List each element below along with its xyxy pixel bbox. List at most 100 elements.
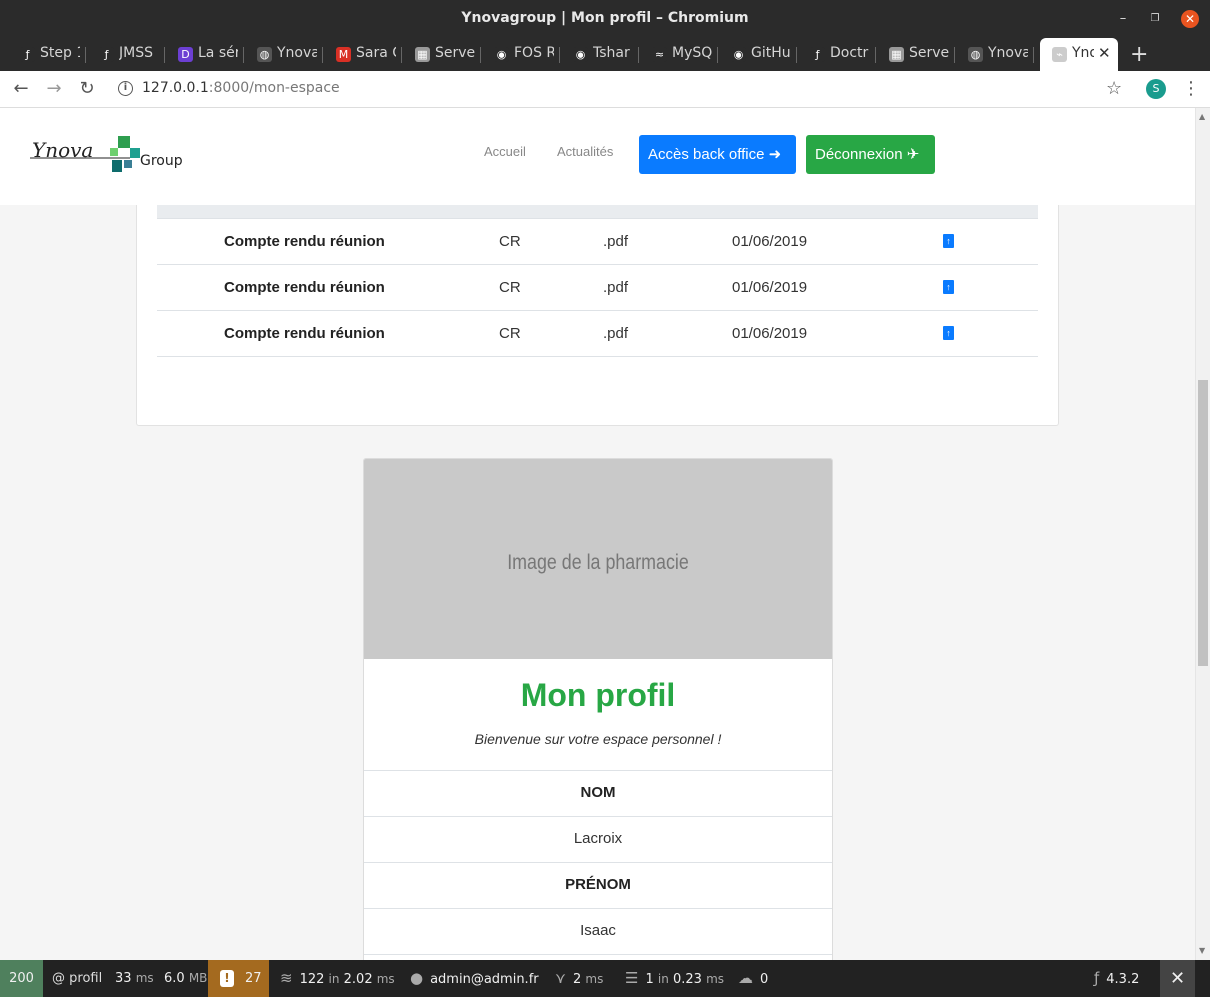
tab-favicon-icon: ⌁ <box>1052 47 1067 62</box>
toolbar-close-icon[interactable]: ✕ <box>1160 960 1195 997</box>
site-header: Ynova Group Accueil Actualités Accès bac… <box>0 108 1195 205</box>
tab-label: Tshar <box>593 45 630 61</box>
window-title: Ynovagroup | Mon profil – Chromium <box>461 10 749 26</box>
memory-unit: MB <box>188 971 208 985</box>
memory-value: 6.0 <box>164 971 185 986</box>
warnings-badge[interactable]: ! 27 <box>208 960 269 997</box>
logout-button[interactable]: Déconnexion ✈ <box>806 135 935 174</box>
status-code-badge[interactable]: 200 <box>0 960 43 997</box>
browser-tab[interactable]: ≈ MySQ <box>640 38 718 71</box>
browser-tab[interactable]: ▦ Serve <box>403 38 481 71</box>
url-path: :8000/mon-espace <box>208 80 340 96</box>
logo-group-text: Group <box>140 153 183 169</box>
browser-tab[interactable]: ƒ Doctr <box>798 38 876 71</box>
nav-link-news[interactable]: Actualités <box>557 144 613 159</box>
documents-table-header <box>157 205 1038 219</box>
browser-tab[interactable]: ◍ Ynova <box>245 38 323 71</box>
database-queries[interactable]: ≋ 122 in 2.02 ms <box>280 960 395 997</box>
tab-favicon-icon: ◍ <box>968 47 983 62</box>
browser-tab[interactable]: ◉ GitHu <box>719 38 797 71</box>
ynova-group-logo[interactable]: Ynova Group <box>30 134 200 178</box>
memory-usage[interactable]: 6.0 MB <box>164 960 207 997</box>
tab-label: Ynova <box>277 45 317 61</box>
nav-link-home[interactable]: Accueil <box>484 144 526 159</box>
browser-toolbar: ← → ↻ i 127.0.0.1:8000/mon-espace ☆ S ⋮ <box>0 71 1210 108</box>
tab-separator <box>164 47 165 63</box>
url-host: 127.0.0.1 <box>142 80 209 96</box>
backoffice-button[interactable]: Accès back office ➜ <box>639 135 796 174</box>
db-in: in <box>328 972 340 986</box>
browser-tab[interactable]: ◉ FOS R <box>482 38 560 71</box>
symfony-version[interactable]: ƒ 4.3.2 <box>1094 960 1139 997</box>
tab-separator <box>1033 47 1034 63</box>
tab-separator <box>243 47 244 63</box>
document-name: Compte rendu réunion <box>224 279 385 296</box>
back-arrow-icon[interactable]: ← <box>10 78 32 100</box>
route-name[interactable]: @ profil <box>52 960 102 997</box>
ajax-count: 0 <box>760 972 769 987</box>
tab-label: Yno <box>1072 45 1094 61</box>
table-row: Compte rendu réunion CR .pdf 01/06/2019 ↑ <box>157 265 1038 311</box>
server-calls[interactable]: ☰ 1 in 0.23 ms <box>625 960 724 997</box>
db-unit: ms <box>376 972 395 986</box>
forward-arrow-icon[interactable]: → <box>43 78 65 100</box>
server-icon: ☰ <box>625 969 639 987</box>
browser-menu-icon[interactable]: ⋮ <box>1182 78 1200 99</box>
browser-tab[interactable]: ⌁ Yno ✕ <box>1040 38 1118 71</box>
tab-separator <box>717 47 718 63</box>
symfony-logo-icon: ƒ <box>1094 969 1100 987</box>
browser-tab[interactable]: ◉ Tshar <box>561 38 639 71</box>
tab-separator <box>480 47 481 63</box>
scroll-down-icon[interactable]: ▼ <box>1199 946 1205 955</box>
minimize-icon[interactable]: – <box>1114 10 1132 28</box>
nom-label: NOM <box>364 770 832 816</box>
scroll-up-icon[interactable]: ▲ <box>1199 112 1205 121</box>
bookmark-star-icon[interactable]: ☆ <box>1106 78 1122 99</box>
close-window-icon[interactable]: ✕ <box>1181 10 1199 28</box>
table-row: Compte rendu réunion CR .pdf 01/06/2019 ↑ <box>157 311 1038 357</box>
logged-user[interactable]: ● admin@admin.fr <box>410 960 539 997</box>
pharmacy-image: Image de la pharmacie <box>364 459 832 659</box>
file-upload-icon[interactable]: ↑ <box>943 234 954 248</box>
twig-render[interactable]: ⋎ 2 ms <box>555 960 603 997</box>
document-date: 01/06/2019 <box>732 279 808 296</box>
tab-separator <box>401 47 402 63</box>
browser-tab[interactable]: ƒ JMSS <box>87 38 165 71</box>
address-bar[interactable]: 127.0.0.1:8000/mon-espace <box>142 80 340 96</box>
request-time[interactable]: 33 ms <box>115 960 154 997</box>
tab-separator <box>85 47 86 63</box>
profile-avatar-icon[interactable]: S <box>1146 79 1166 99</box>
server-time: 0.23 <box>672 972 702 987</box>
tab-label: Serve <box>435 45 475 61</box>
user-icon: ● <box>410 969 424 987</box>
scrollbar-thumb[interactable] <box>1198 380 1208 666</box>
browser-tab[interactable]: ▦ Serve <box>877 38 955 71</box>
ajax-requests[interactable]: ☁ 0 <box>738 960 768 997</box>
document-date: 01/06/2019 <box>732 325 808 342</box>
maximize-icon[interactable]: ❐ <box>1146 10 1164 28</box>
browser-tab[interactable]: M Sara C <box>324 38 402 71</box>
reload-icon[interactable]: ↻ <box>76 78 98 100</box>
tab-close-icon[interactable]: ✕ <box>1098 44 1111 62</box>
request-time-unit: ms <box>135 971 154 985</box>
file-upload-icon[interactable]: ↑ <box>943 280 954 294</box>
tab-favicon-icon: ◉ <box>731 47 746 62</box>
tab-favicon-icon: ƒ <box>20 47 35 62</box>
db-time: 2.02 <box>343 972 373 987</box>
tab-label: Doctr <box>830 45 869 61</box>
page-scrollbar[interactable]: ▲ ▼ <box>1195 108 1210 960</box>
tab-label: MySQ <box>672 45 712 61</box>
documents-card: Compte rendu réunion CR .pdf 01/06/2019 ↑ Com… <box>136 205 1059 426</box>
tab-bar: + ƒ Step 1 ƒ JMSS D La sér ◍ Ynova M Sara C ▦ Serve… <box>0 38 1210 71</box>
browser-tab[interactable]: ƒ Step 1 <box>8 38 86 71</box>
document-date: 01/06/2019 <box>732 233 808 250</box>
logout-button-label: Déconnexion <box>815 146 903 163</box>
browser-tab[interactable]: D La sér <box>166 38 244 71</box>
browser-tab[interactable]: ◍ Ynova <box>956 38 1034 71</box>
tab-separator <box>875 47 876 63</box>
file-upload-icon[interactable]: ↑ <box>943 326 954 340</box>
site-info-icon[interactable]: i <box>118 81 133 96</box>
tab-favicon-icon: ▦ <box>889 47 904 62</box>
new-tab-icon[interactable]: + <box>1130 42 1148 67</box>
tab-label: Serve <box>909 45 949 61</box>
